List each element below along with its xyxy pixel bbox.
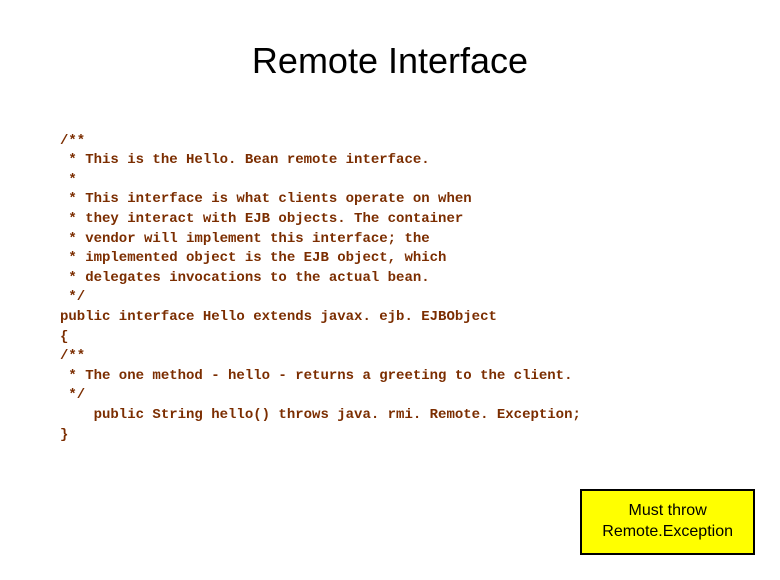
code-line: * delegates invocations to the actual be… bbox=[60, 270, 430, 286]
code-line: public interface Hello extends javax. ej… bbox=[60, 309, 497, 325]
code-line: * This interface is what clients operate… bbox=[60, 191, 472, 207]
code-line: */ bbox=[60, 387, 85, 403]
code-line: * This is the Hello. Bean remote interfa… bbox=[60, 152, 430, 168]
slide-title: Remote Interface bbox=[0, 40, 780, 82]
code-line: } bbox=[60, 427, 68, 443]
code-line: * vendor will implement this interface; … bbox=[60, 231, 430, 247]
code-line: */ bbox=[60, 289, 85, 305]
code-line: * implemented object is the EJB object, … bbox=[60, 250, 446, 266]
code-line: /** bbox=[60, 348, 85, 364]
code-block: /** * This is the Hello. Bean remote int… bbox=[60, 112, 780, 445]
code-line: /** bbox=[60, 133, 85, 149]
code-line: * they interact with EJB objects. The co… bbox=[60, 211, 463, 227]
code-line: public String hello() throws java. rmi. … bbox=[60, 407, 581, 423]
code-line: * bbox=[60, 172, 77, 188]
callout-box: Must throw Remote.Exception bbox=[580, 489, 755, 555]
code-line: * The one method - hello - returns a gre… bbox=[60, 368, 572, 384]
code-line: { bbox=[60, 329, 68, 345]
callout-line1: Must throw bbox=[602, 501, 733, 522]
